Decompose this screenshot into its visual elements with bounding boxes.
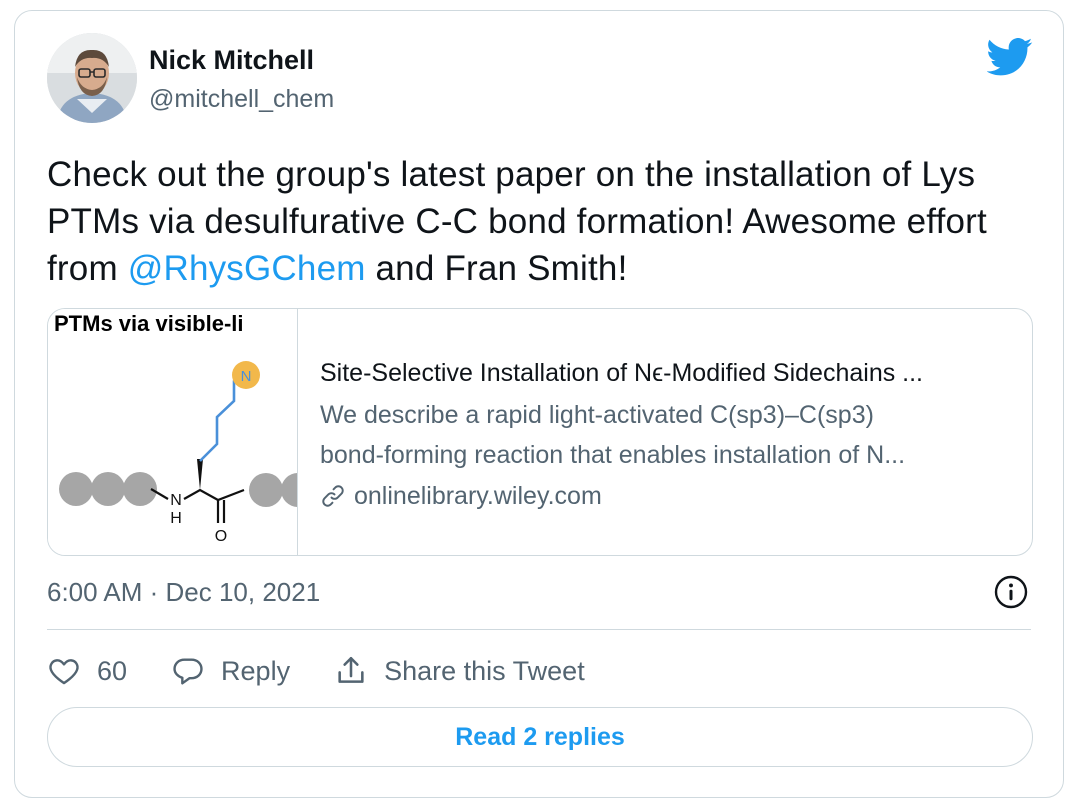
tweet-timestamp[interactable]: 6:00 AM · Dec 10, 2021 — [47, 577, 320, 608]
tweet-text-part2: and Fran Smith! — [365, 249, 628, 288]
link-description: We describe a rapid light-activated C(sp… — [320, 395, 1020, 475]
share-label: Share this Tweet — [384, 655, 585, 686]
author-handle[interactable]: @mitchell_chem — [149, 85, 334, 114]
link-thumbnail: PTMs via visible-li N N H O — [48, 309, 298, 555]
atom-label-n-top: N — [241, 368, 252, 385]
like-button[interactable]: 60 — [47, 654, 127, 688]
heart-icon — [49, 659, 79, 685]
reply-label: Reply — [221, 655, 291, 686]
tweet-text: Check out the group's latest paper on th… — [47, 151, 1037, 292]
link-title[interactable]: Site-Selective Installation of Nϵ-Modifi… — [320, 357, 1020, 389]
link-info: Site-Selective Installation of Nϵ-Modifi… — [320, 357, 1020, 513]
link-preview-card[interactable]: PTMs via visible-li N N H O Site-Selecti… — [47, 308, 1033, 556]
atom-label-h: H — [170, 510, 182, 527]
reply-button[interactable]: Reply — [171, 654, 290, 688]
molecule-diagram: N N H O — [59, 361, 297, 545]
link-domain-row: onlinelibrary.wiley.com — [320, 479, 1020, 513]
atom-label-o: O — [215, 528, 227, 545]
link-domain: onlinelibrary.wiley.com — [354, 482, 602, 510]
link-description-line-1: We describe a rapid light-activated C(sp… — [320, 401, 874, 429]
atom-label-n: N — [170, 492, 182, 509]
twitter-bird-icon[interactable] — [987, 37, 1033, 77]
author-name[interactable]: Nick Mitchell — [149, 45, 314, 76]
info-icon[interactable] — [993, 574, 1029, 610]
avatar[interactable] — [47, 33, 137, 123]
link-description-line-2: bond-forming reaction that enables insta… — [320, 441, 906, 469]
action-bar: 60 Reply Share this Tweet — [47, 649, 629, 693]
speech-bubble-icon — [173, 658, 203, 685]
read-replies-label: Read 2 replies — [455, 722, 625, 751]
mention-link[interactable]: @RhysGChem — [128, 249, 366, 288]
like-count: 60 — [97, 655, 128, 686]
share-button[interactable]: Share this Tweet — [334, 654, 585, 688]
tweet-card: Nick Mitchell @mitchell_chem Check out t… — [14, 10, 1064, 798]
divider — [47, 629, 1031, 630]
share-icon — [338, 656, 364, 683]
read-replies-button[interactable]: Read 2 replies — [47, 707, 1033, 767]
link-icon — [322, 485, 344, 507]
